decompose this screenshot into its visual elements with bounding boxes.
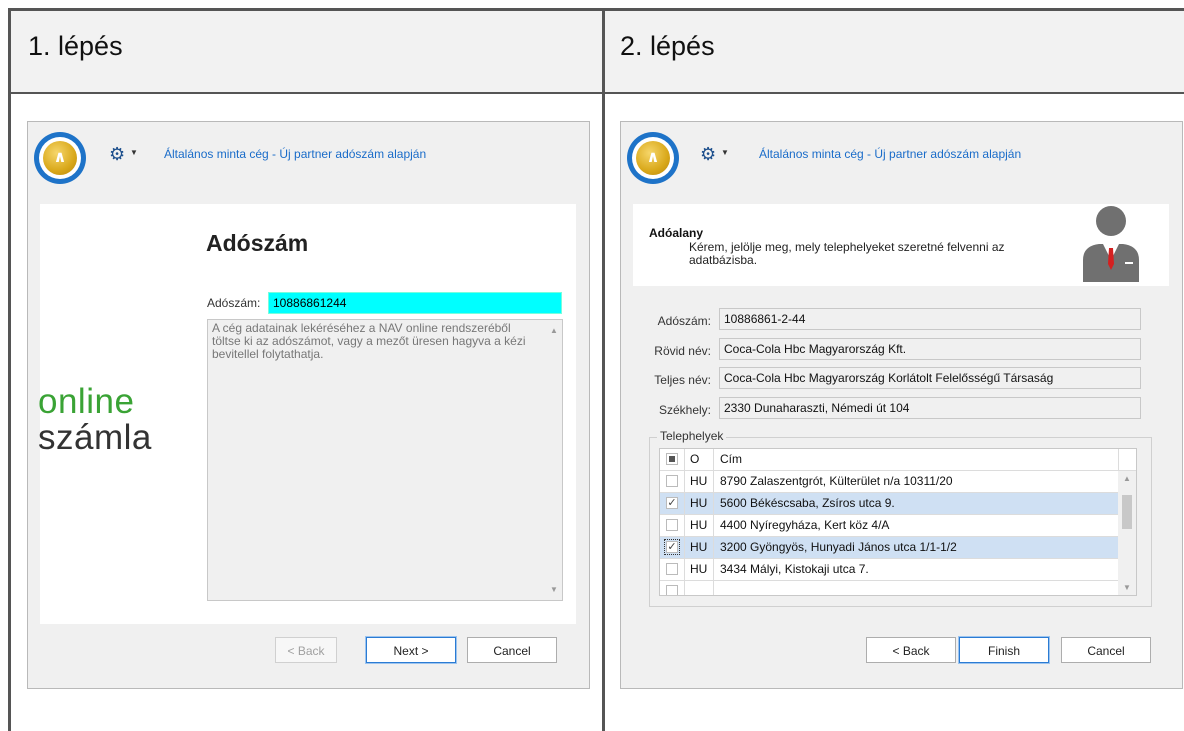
table-row[interactable]: HU 4400 Nyíregyháza, Kert köz 4/A <box>660 515 1118 537</box>
row-address: 5600 Békéscsaba, Zsíros utca 9. <box>720 496 895 510</box>
row-checkbox[interactable] <box>666 519 678 531</box>
row-country: HU <box>684 471 714 492</box>
grid-header-country[interactable]: O <box>684 449 714 470</box>
field-label-shortname: Rövid név: <box>654 344 711 358</box>
cancel-button[interactable]: Cancel <box>1061 637 1151 663</box>
chevron-down-icon[interactable]: ▼ <box>130 148 138 157</box>
row-address: 4400 Nyíregyháza, Kert köz 4/A <box>720 518 890 532</box>
memo-scrollbar[interactable]: ▲ ▼ <box>546 320 562 600</box>
row-country: HU <box>684 515 714 536</box>
row-address: 8790 Zalaszentgrót, Külterület n/a 10311… <box>720 474 953 488</box>
row-checkbox[interactable] <box>666 475 678 487</box>
scroll-down-icon[interactable]: ▼ <box>1123 583 1131 592</box>
field-shortname[interactable]: Coca-Cola Hbc Magyarország Kft. <box>719 338 1141 360</box>
grid-header-corner <box>1118 449 1136 471</box>
field-headquarters[interactable]: 2330 Dunaharaszti, Némedi út 104 <box>719 397 1141 419</box>
section-title: Adóalany <box>649 226 704 240</box>
online-szamla-logo: online számla <box>38 384 188 456</box>
finish-button[interactable]: Finish <box>958 636 1050 664</box>
person-icon <box>1083 206 1139 282</box>
chevron-down-icon[interactable]: ▼ <box>721 148 729 157</box>
row-address: 3200 Gyöngyös, Hunyadi János utca 1/1-1/… <box>720 540 957 554</box>
field-fullname[interactable]: Coca-Cola Hbc Magyarország Korlátolt Fel… <box>719 367 1141 389</box>
cancel-button[interactable]: Cancel <box>467 637 557 663</box>
select-all-checkbox[interactable] <box>666 453 678 465</box>
field-label-taxnumber: Adószám: <box>657 314 711 328</box>
step-2-title: 2. lépés <box>620 31 715 61</box>
step-1-title: 1. lépés <box>28 31 123 61</box>
section-header: Adóalany Kérem, jelölje meg, mely teleph… <box>633 204 1169 286</box>
info-text: A cég adatainak lekéréséhez a NAV online… <box>212 321 526 361</box>
section-subtitle: Kérem, jelölje meg, mely telephelyeket s… <box>689 240 1005 267</box>
window-title: Általános minta cég - Új partner adószám… <box>759 147 1022 161</box>
tax-number-label: Adószám: <box>207 296 261 310</box>
row-address-cell <box>714 581 1118 595</box>
field-label-headquarters: Székhely: <box>658 403 711 417</box>
scroll-thumb[interactable] <box>1122 495 1132 529</box>
wizard-window-step-2: ∧ ⚙ ▼ Általános minta cég - Új partner a… <box>620 121 1183 689</box>
table-row[interactable]: ✓ HU 5600 Békéscsaba, Zsíros utca 9. <box>660 493 1118 515</box>
grid-header-address[interactable]: Cím <box>714 449 1118 470</box>
steps-header-row <box>11 11 1184 92</box>
grid-header-row: O Cím <box>660 449 1118 471</box>
next-button[interactable]: Next > <box>365 636 457 664</box>
gear-icon[interactable]: ⚙ <box>700 144 716 165</box>
wizard-page: online számla Adószám Adószám: A cég ada… <box>38 204 576 624</box>
table-row[interactable]: HU 3434 Mályi, Kistokaji utca 7. <box>660 559 1118 581</box>
brand-line-1: online <box>38 382 135 421</box>
field-taxnumber[interactable]: 10886861-2-44 <box>719 308 1141 330</box>
sites-grid[interactable]: O Cím HU 8790 Zalaszentgrót, Külterület … <box>659 448 1137 596</box>
scroll-down-icon[interactable]: ▼ <box>550 583 558 596</box>
page-title: Adószám <box>206 230 309 256</box>
row-checkbox[interactable]: ✓ <box>664 539 680 555</box>
scroll-up-icon[interactable]: ▲ <box>1123 474 1131 483</box>
tax-number-input[interactable] <box>268 292 562 314</box>
row-country: HU <box>684 537 714 558</box>
table-row-partial[interactable] <box>660 581 1118 595</box>
wizard-window-step-1: ∧ ⚙ ▼ Általános minta cég - Új partner a… <box>27 121 590 689</box>
header-divider <box>11 92 1184 94</box>
info-memo[interactable]: A cég adatainak lekéréséhez a NAV online… <box>207 319 563 601</box>
grid-scrollbar[interactable]: ▲ ▼ <box>1118 471 1136 595</box>
back-button[interactable]: < Back <box>866 637 956 663</box>
app-logo-icon[interactable]: ∧ <box>34 132 86 184</box>
row-checkbox[interactable] <box>666 585 678 595</box>
field-label-fullname: Teljes név: <box>654 373 711 387</box>
row-checkbox[interactable]: ✓ <box>666 497 678 509</box>
row-country-cell <box>684 581 714 595</box>
window-title: Általános minta cég - Új partner adószám… <box>164 147 427 161</box>
table-row[interactable]: ✓ HU 3200 Gyöngyös, Hunyadi János utca 1… <box>660 537 1118 559</box>
row-address: 3434 Mályi, Kistokaji utca 7. <box>720 562 869 576</box>
brand-line-2: számla <box>38 418 152 457</box>
scroll-up-icon[interactable]: ▲ <box>550 324 558 337</box>
gear-icon[interactable]: ⚙ <box>109 144 125 165</box>
column-divider <box>602 8 605 731</box>
table-row[interactable]: HU 8790 Zalaszentgrót, Külterület n/a 10… <box>660 471 1118 493</box>
app-logo-icon[interactable]: ∧ <box>627 132 679 184</box>
row-country: HU <box>684 493 714 514</box>
row-country: HU <box>684 559 714 580</box>
row-checkbox[interactable] <box>666 563 678 575</box>
back-button[interactable]: < Back <box>275 637 337 663</box>
sites-group-label: Telephelyek <box>657 429 727 443</box>
